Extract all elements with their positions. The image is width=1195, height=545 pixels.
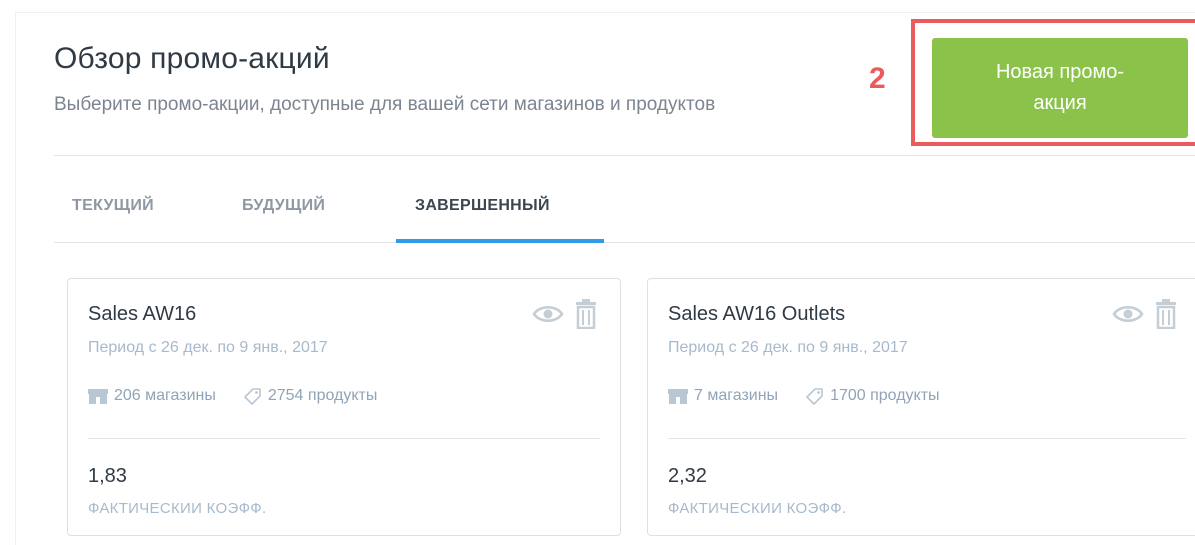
promo-card[interactable]: Sales AW16 Outlets Период с 26 дек. по 9…	[647, 278, 1195, 536]
promo-stats: 206 магазины 2754 продукты	[88, 387, 377, 405]
tag-icon	[806, 388, 823, 405]
promo-name: Sales AW16	[88, 303, 197, 325]
card-actions	[532, 299, 598, 329]
new-promo-button-label: Новая промо-акция	[995, 61, 1125, 114]
page-title: Обзор промо-акций	[54, 42, 330, 75]
active-tab-indicator	[396, 239, 604, 243]
promo-tabs: ТЕКУЩИЙ БУДУЩИЙ ЗАВЕРШЕННЫЙ	[54, 197, 1195, 243]
card-divider	[88, 438, 600, 439]
tabs-divider	[54, 242, 1195, 243]
panel-left-border	[15, 12, 16, 545]
tag-icon	[244, 388, 261, 405]
store-icon	[668, 389, 688, 404]
card-divider	[668, 438, 1186, 439]
actual-ratio-label: ФАКТИЧЕСКИИ КОЭФФ.	[668, 500, 847, 517]
new-promo-button[interactable]: Новая промо-акция	[932, 38, 1188, 138]
store-icon	[88, 389, 108, 404]
eye-icon[interactable]	[532, 304, 564, 324]
trash-icon[interactable]	[574, 299, 598, 329]
tab-upcoming[interactable]: БУДУЩИЙ	[242, 197, 325, 215]
products-count: 1700 продукты	[830, 387, 940, 404]
page-subtitle: Выберите промо-акции, доступные для ваше…	[54, 94, 716, 115]
panel-top-border	[15, 12, 1195, 13]
stores-count: 206 магазины	[114, 387, 216, 404]
trash-icon[interactable]	[1154, 299, 1178, 329]
tab-current[interactable]: ТЕКУЩИЙ	[72, 197, 154, 215]
header-divider	[54, 155, 1195, 156]
promo-name: Sales AW16 Outlets	[668, 303, 846, 325]
stores-count: 7 магазины	[694, 387, 779, 404]
actual-ratio-value: 2,32	[668, 465, 707, 487]
products-count: 2754 продукты	[267, 387, 378, 404]
promo-period: Период с 26 дек. по 9 янв., 2017	[668, 339, 908, 356]
actual-ratio-value: 1,83	[88, 465, 127, 487]
actual-ratio-label: ФАКТИЧЕСКИИ КОЭФФ.	[88, 500, 267, 517]
promo-card[interactable]: Sales AW16 Период с 26 дек. по 9 янв., 2…	[67, 278, 621, 536]
tab-completed[interactable]: ЗАВЕРШЕННЫЙ	[415, 197, 550, 215]
step-number-annotation: 2	[869, 62, 886, 95]
card-actions	[1112, 299, 1178, 329]
eye-icon[interactable]	[1112, 304, 1144, 324]
promo-period: Период с 26 дек. по 9 янв., 2017	[88, 339, 328, 356]
promo-stats: 7 магазины 1700 продукты	[668, 387, 940, 405]
